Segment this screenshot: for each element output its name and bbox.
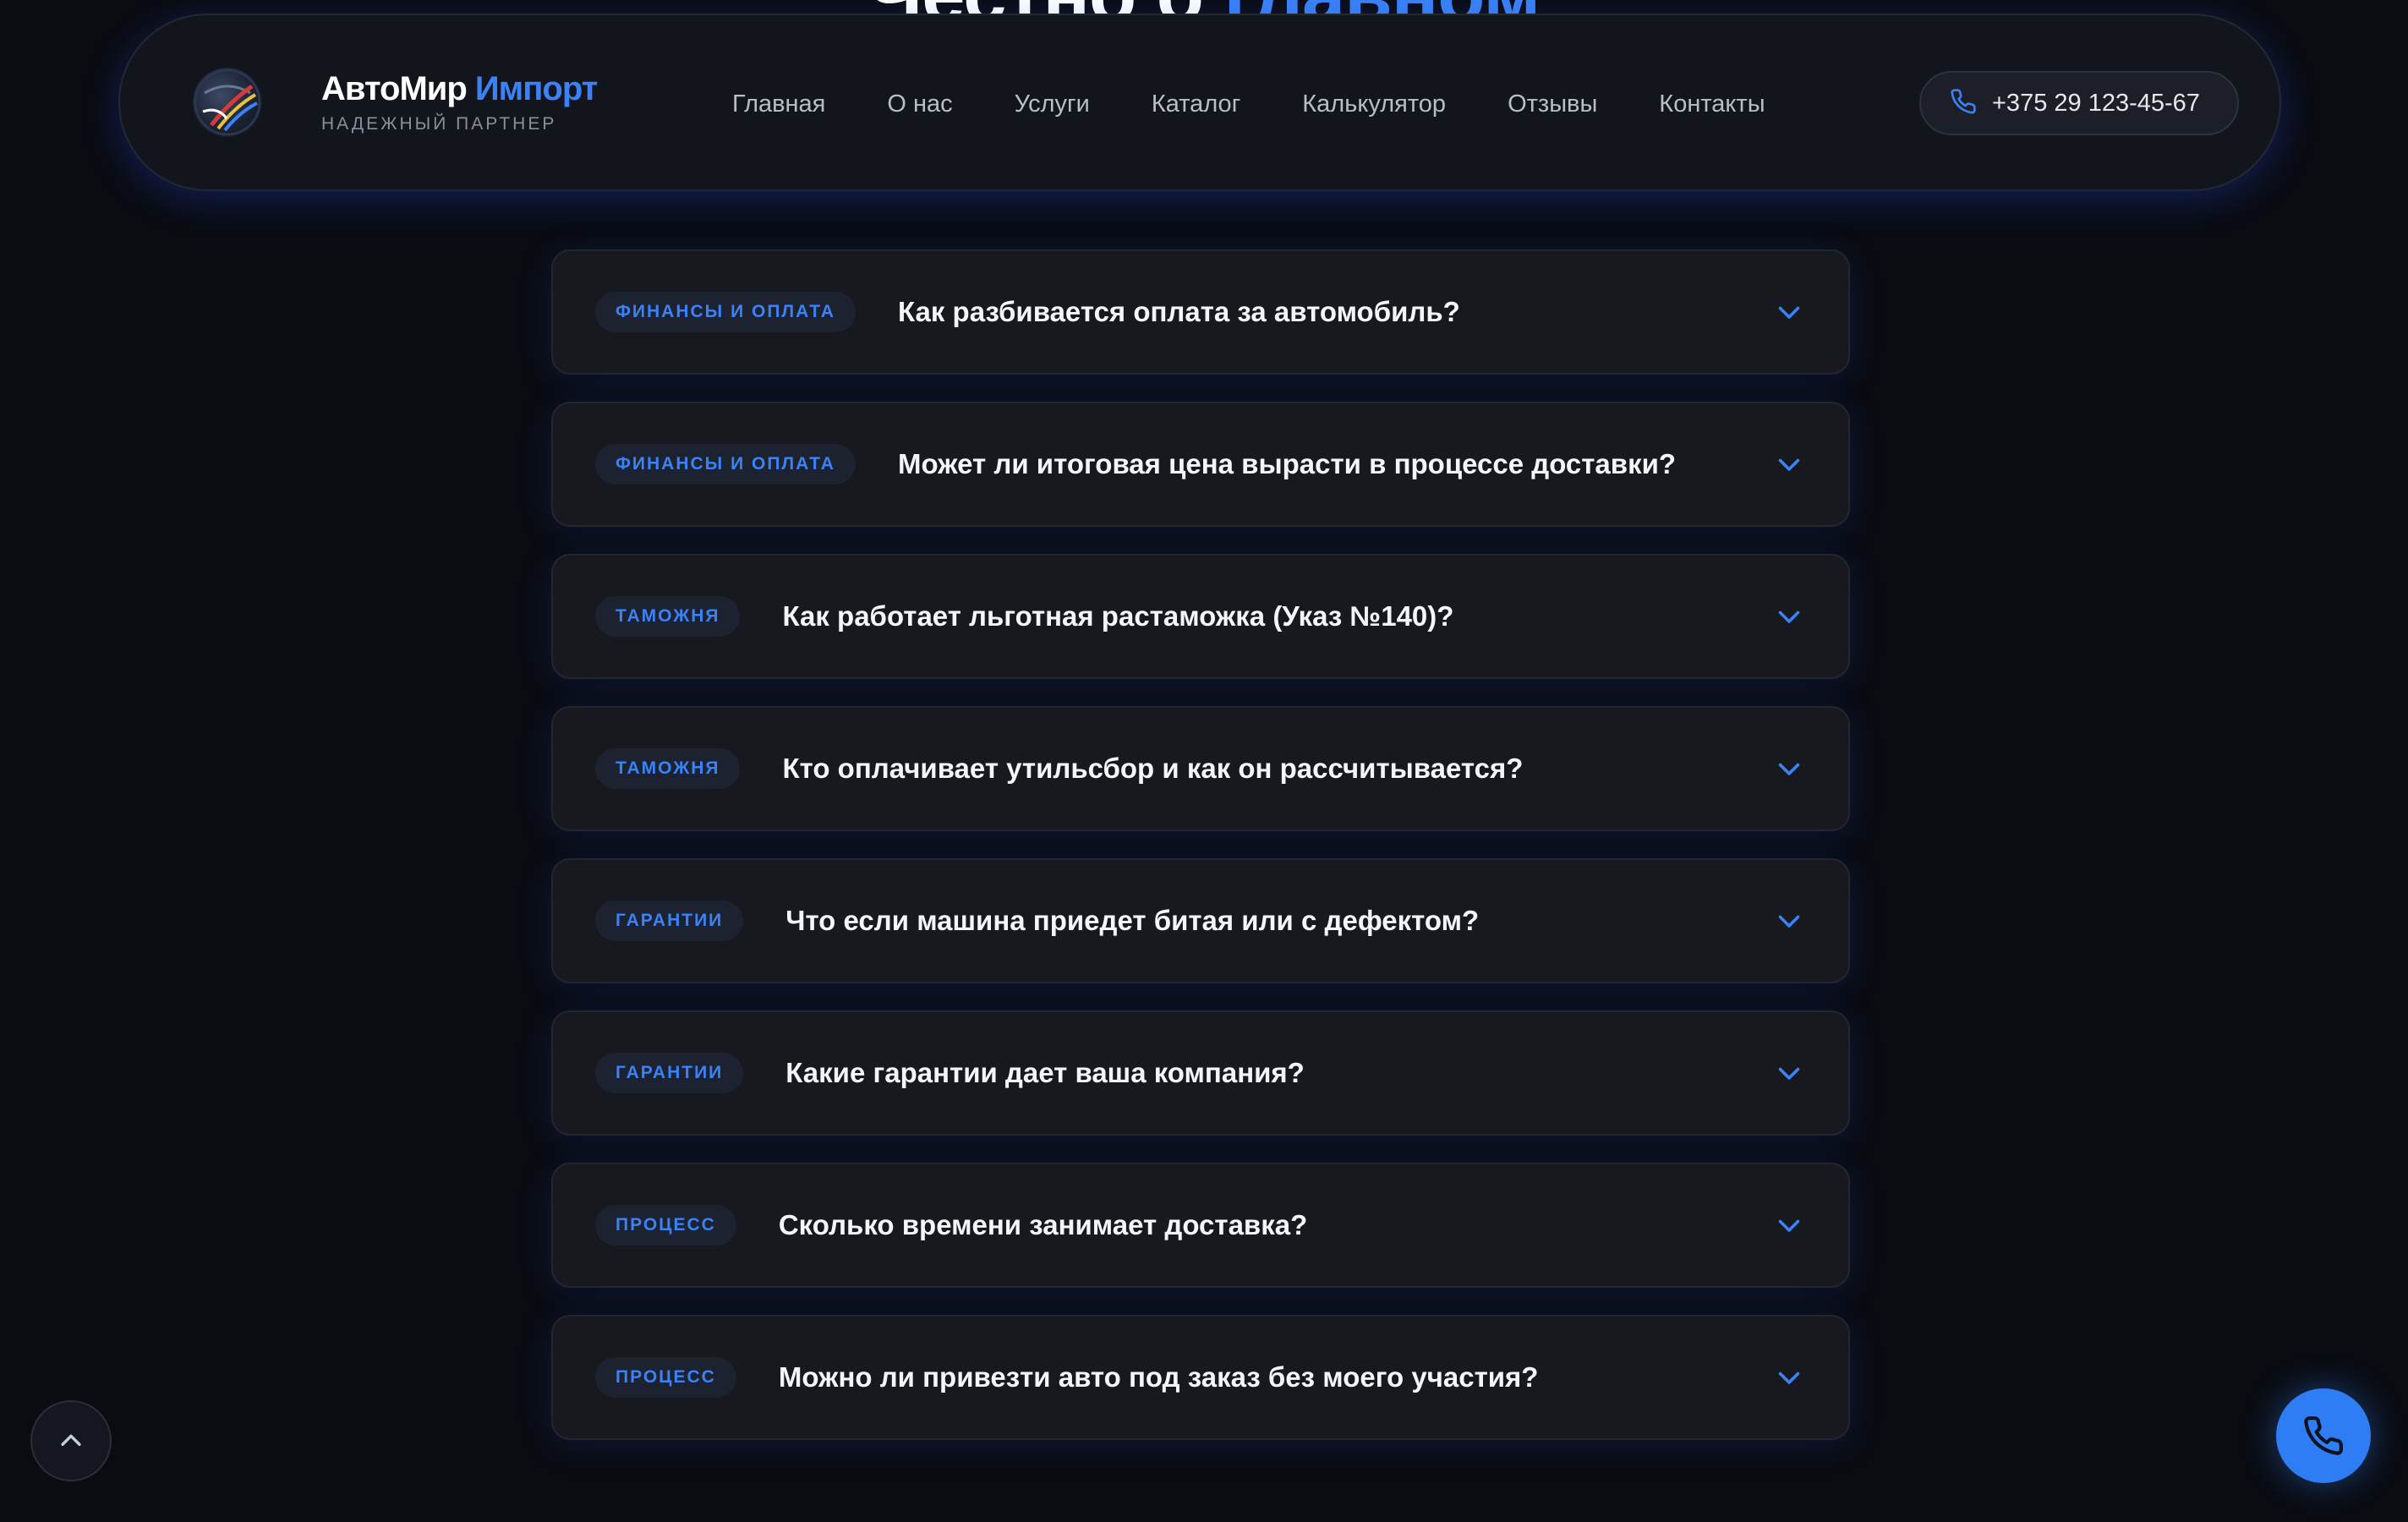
brand-name-part1: АвтоМир [321, 70, 468, 107]
nav-item-services[interactable]: Услуги [1015, 90, 1090, 118]
site-header: АвтоМир Импорт НАДЕЖНЫЙ ПАРТНЕР Главная … [118, 14, 2281, 191]
faq-question: Можно ли привезти авто под заказ без мое… [778, 1361, 1539, 1393]
chevron-down-icon [1778, 306, 1800, 319]
faq-item[interactable]: ГАРАНТИИ Какие гарантии дает ваша компан… [551, 1010, 1850, 1136]
faq-list: ФИНАНСЫ И ОПЛАТА Как разбивается оплата … [551, 249, 1850, 1467]
faq-item[interactable]: ТАМОЖНЯ Кто оплачивает утильсбор и как о… [551, 706, 1850, 831]
faq-category-badge: ГАРАНТИИ [595, 1053, 744, 1093]
chevron-down-icon [1778, 1219, 1800, 1232]
chevron-up-icon [61, 1434, 81, 1446]
nav-item-reviews[interactable]: Отзывы [1508, 90, 1597, 118]
logo-text: АвтоМир Импорт НАДЕЖНЫЙ ПАРТНЕР [321, 69, 598, 135]
chevron-down-icon [1778, 915, 1800, 928]
faq-question: Как разбивается оплата за автомобиль? [897, 296, 1460, 327]
faq-category-badge: ПРОЦЕСС [595, 1205, 736, 1246]
page: Честно о главном АвтоМир Импорт Н [0, 0, 2408, 1522]
globe-logo-icon [193, 68, 262, 137]
faq-item[interactable]: ГАРАНТИИ Что если машина приедет битая и… [551, 858, 1850, 983]
phone-button[interactable]: +375 29 123-45-67 [1919, 71, 2239, 135]
faq-item[interactable]: ПРОЦЕСС Сколько времени занимает доставк… [551, 1163, 1850, 1288]
faq-item[interactable]: ПРОЦЕСС Можно ли привезти авто под заказ… [551, 1315, 1850, 1440]
phone-icon [1950, 88, 1977, 119]
chevron-down-icon [1778, 458, 1800, 471]
nav-item-catalog[interactable]: Каталог [1152, 90, 1240, 118]
faq-category-badge: ТАМОЖНЯ [595, 596, 741, 637]
scroll-to-top-button[interactable] [30, 1400, 112, 1481]
nav-item-about[interactable]: О нас [887, 90, 952, 118]
faq-category-badge: ТАМОЖНЯ [595, 748, 741, 789]
faq-question: Какие гарантии дает ваша компания? [785, 1057, 1305, 1088]
nav-item-contacts[interactable]: Контакты [1659, 90, 1765, 118]
nav-item-calculator[interactable]: Калькулятор [1302, 90, 1446, 118]
logo-link[interactable]: АвтоМир Импорт НАДЕЖНЫЙ ПАРТНЕР [193, 68, 598, 137]
nav-item-home[interactable]: Главная [732, 90, 825, 118]
chevron-down-icon [1778, 763, 1800, 775]
faq-question: Может ли итоговая цена вырасти в процесс… [897, 448, 1677, 479]
chevron-down-icon [1778, 1067, 1800, 1080]
faq-item[interactable]: ФИНАНСЫ И ОПЛАТА Как разбивается оплата … [551, 249, 1850, 375]
faq-category-badge: ПРОЦЕСС [595, 1357, 736, 1398]
call-button[interactable] [2276, 1388, 2371, 1483]
faq-category-badge: ФИНАНСЫ И ОПЛАТА [595, 292, 856, 332]
faq-question: Как работает льготная растаможка (Указ №… [782, 600, 1454, 632]
brand-name: АвтоМир Импорт [321, 69, 598, 108]
faq-category-badge: ГАРАНТИИ [595, 901, 744, 941]
chevron-down-icon [1778, 610, 1800, 623]
faq-question: Сколько времени занимает доставка? [778, 1209, 1308, 1240]
faq-question: Кто оплачивает утильсбор и как он рассчи… [782, 753, 1524, 784]
phone-number: +375 29 123-45-67 [1992, 89, 2200, 117]
chevron-down-icon [1778, 1371, 1800, 1384]
main-nav: Главная О нас Услуги Каталог Калькулятор… [732, 15, 1765, 193]
brand-name-part2: Импорт [474, 70, 598, 107]
faq-item[interactable]: ФИНАНСЫ И ОПЛАТА Может ли итоговая цена … [551, 402, 1850, 527]
phone-icon [2304, 1416, 2343, 1455]
brand-tagline: НАДЕЖНЫЙ ПАРТНЕР [321, 114, 557, 134]
faq-question: Что если машина приедет битая или с дефе… [785, 905, 1480, 936]
faq-category-badge: ФИНАНСЫ И ОПЛАТА [595, 444, 856, 485]
faq-item[interactable]: ТАМОЖНЯ Как работает льготная растаможка… [551, 554, 1850, 679]
